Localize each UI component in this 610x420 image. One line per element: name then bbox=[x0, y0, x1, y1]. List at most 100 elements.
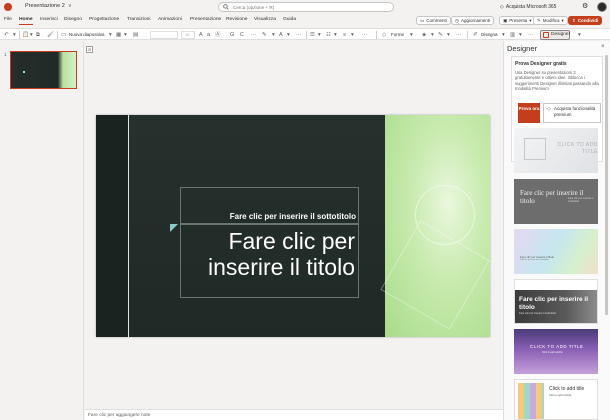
paste-dropdown-icon[interactable]: ▾ bbox=[30, 31, 33, 39]
tab-slideshow[interactable]: Presentazione bbox=[190, 17, 221, 22]
comments-button[interactable]: ▭ Commenti bbox=[416, 16, 451, 25]
chevron-down-icon[interactable]: ∨ bbox=[68, 3, 72, 9]
chevron-down-icon[interactable]: ▾ bbox=[410, 31, 413, 39]
design-suggestion-4[interactable]: Fare clic per inserire il titolo Fare cl… bbox=[514, 279, 598, 324]
designer-button[interactable]: Designer bbox=[540, 30, 570, 40]
tab-insert[interactable]: Inserisci bbox=[40, 17, 58, 22]
tab-review[interactable]: Revisione bbox=[226, 17, 247, 22]
paste-icon[interactable]: 📋 bbox=[22, 31, 29, 39]
pencil-icon: ✎ bbox=[537, 17, 541, 23]
draw-button[interactable]: Disegna bbox=[481, 31, 498, 39]
close-icon[interactable]: × bbox=[601, 44, 605, 50]
chevron-down-icon[interactable]: ▾ bbox=[124, 31, 127, 39]
suggestion-frame bbox=[524, 138, 546, 160]
slide-canvas[interactable]: Fare clic per inserire il sottotitolo Fa… bbox=[96, 115, 490, 337]
undo-icon[interactable]: ↶ bbox=[4, 31, 9, 39]
redo-dropdown-icon[interactable]: ▾ bbox=[13, 31, 16, 39]
designer-scrollbar[interactable] bbox=[605, 55, 608, 315]
font-name-input[interactable] bbox=[150, 31, 178, 39]
chevron-down-icon[interactable]: ▾ bbox=[109, 31, 112, 39]
bullets-icon[interactable]: ☰ bbox=[310, 31, 315, 39]
shapes-icon[interactable]: ◇ bbox=[382, 31, 386, 39]
shape-outline-icon[interactable]: ✎ bbox=[438, 31, 443, 39]
notes-pane[interactable]: Fare clic per aggiungere note bbox=[85, 409, 503, 420]
arrange-icon[interactable]: ▥ bbox=[510, 31, 515, 39]
chevron-down-icon[interactable]: ▾ bbox=[272, 31, 275, 39]
font-color-icon[interactable]: A bbox=[279, 31, 283, 39]
increase-font-icon[interactable]: A bbox=[199, 31, 203, 39]
design-suggestion-2[interactable]: Fare clic per inserire il titolo Fare cl… bbox=[514, 179, 598, 224]
copy-icon[interactable]: ⧉ bbox=[36, 31, 40, 39]
design-suggestion-3[interactable]: Fare clic per inserire il titolo Fare cl… bbox=[514, 229, 598, 274]
home-toolbar: ↶ ▾ 📋 ▾ ⧉ 🖌 ▭ Nuova diapositiva ▾ ▦ ▾ ▤ … bbox=[0, 28, 610, 40]
more-format-icon[interactable]: ⋯ bbox=[251, 31, 257, 39]
present-button[interactable]: ▣ Presenta ▾ bbox=[499, 16, 536, 25]
section-icon[interactable]: ▤ bbox=[133, 31, 138, 39]
tab-transitions[interactable]: Transizioni bbox=[127, 17, 150, 22]
shape-fill-icon[interactable]: ◈ bbox=[422, 31, 426, 39]
share-button[interactable]: ⇪ Condividi bbox=[568, 16, 603, 25]
present-icon: ▣ bbox=[503, 17, 508, 23]
tab-view[interactable]: Visualizza bbox=[254, 17, 276, 22]
highlight-icon[interactable]: ✎ bbox=[262, 31, 267, 39]
bold-icon[interactable]: G bbox=[230, 31, 234, 39]
design-suggestion-1[interactable]: CLICK TO ADD TITLE bbox=[514, 128, 598, 173]
gear-icon[interactable]: ⚙ bbox=[582, 3, 588, 10]
chevron-down-icon[interactable]: ▾ bbox=[318, 31, 321, 39]
tab-file[interactable]: File bbox=[4, 17, 12, 22]
suggestion-subtitle: Click to add subtitle bbox=[542, 351, 563, 354]
tab-draw[interactable]: Disegno bbox=[64, 17, 82, 22]
edit-mode-button[interactable]: ✎ Modifica ▾ bbox=[533, 16, 568, 25]
tab-animations[interactable]: Animazioni bbox=[158, 17, 182, 22]
chevron-down-icon[interactable]: ▾ bbox=[502, 31, 505, 39]
buy-microsoft-365-link[interactable]: ◇ Acquista Microsoft 365 bbox=[500, 2, 556, 12]
slide-left-band bbox=[96, 115, 128, 337]
chevron-down-icon[interactable]: ▾ bbox=[447, 31, 450, 39]
catchup-button[interactable]: ◷ Aggiornamenti bbox=[451, 16, 494, 25]
draw-icon[interactable]: ✐ bbox=[473, 31, 478, 39]
more-text-icon[interactable]: ⋯ bbox=[296, 31, 302, 39]
collapse-pane-icon[interactable]: ⊟ bbox=[86, 46, 93, 53]
chevron-down-icon[interactable]: ▾ bbox=[351, 31, 354, 39]
align-icon[interactable]: ≡ bbox=[343, 31, 346, 39]
tab-help[interactable]: Guida bbox=[283, 17, 296, 22]
buy-premium-button[interactable]: ◇ Acquista funzionalità premium bbox=[543, 103, 601, 123]
chevron-down-icon[interactable]: ▾ bbox=[578, 31, 581, 39]
powerpoint-logo-icon[interactable] bbox=[4, 3, 12, 11]
design-suggestion-5[interactable]: CLICK TO ADD TITLE Click to add subtitle bbox=[514, 329, 598, 374]
layout-icon[interactable]: ▦ bbox=[116, 31, 121, 39]
slide-vertical-line bbox=[128, 115, 129, 337]
format-painter-icon[interactable]: 🖌 bbox=[47, 31, 54, 39]
suggestion-title: CLICK TO ADD TITLE bbox=[530, 344, 584, 349]
avatar[interactable] bbox=[597, 2, 607, 12]
italic-icon[interactable]: C bbox=[240, 31, 244, 39]
new-slide-icon[interactable]: ▭ bbox=[61, 31, 66, 39]
design-suggestion-6[interactable]: Click to add title Click to add subtitle bbox=[514, 379, 598, 420]
separator bbox=[57, 31, 58, 39]
tab-home[interactable]: Home bbox=[19, 17, 33, 25]
chevron-down-icon[interactable]: ▾ bbox=[519, 31, 522, 39]
chevron-down-icon[interactable]: ▾ bbox=[431, 31, 434, 39]
subtitle-placeholder-box[interactable]: Fare clic per inserire il sottotitolo bbox=[180, 187, 359, 224]
suggestion-title: CLICK TO ADD TITLE bbox=[557, 142, 598, 155]
shapes-button[interactable]: Forme bbox=[391, 31, 404, 39]
tab-design[interactable]: Progettazione bbox=[89, 17, 119, 22]
numbering-icon[interactable]: ☷ bbox=[326, 31, 331, 39]
title-placeholder-box[interactable]: Fare clic per inserire il titolo bbox=[180, 224, 359, 298]
diamond-icon: ◇ bbox=[547, 106, 551, 112]
new-slide-button[interactable]: Nuova diapositiva bbox=[69, 31, 105, 39]
font-size-input[interactable]: 12 bbox=[181, 31, 195, 39]
slide-thumbnail[interactable] bbox=[10, 51, 77, 89]
chevron-down-icon[interactable]: ▾ bbox=[334, 31, 337, 39]
try-now-button[interactable]: Prova ora bbox=[518, 103, 540, 123]
chevron-down-icon[interactable]: ▾ bbox=[287, 31, 290, 39]
more-paragraph-icon[interactable]: ⋯ bbox=[362, 31, 368, 39]
clear-format-icon[interactable]: Ⓐ bbox=[215, 31, 221, 39]
decrease-font-icon[interactable]: a bbox=[207, 31, 210, 39]
document-title[interactable]: Presentazione 2 bbox=[25, 3, 65, 9]
search-input[interactable] bbox=[233, 4, 383, 11]
search-box[interactable] bbox=[218, 2, 394, 12]
more-options-icon[interactable]: ··· bbox=[528, 31, 534, 39]
catchup-icon: ◷ bbox=[455, 17, 459, 23]
more-drawing-icon[interactable]: ⋯ bbox=[456, 31, 462, 39]
